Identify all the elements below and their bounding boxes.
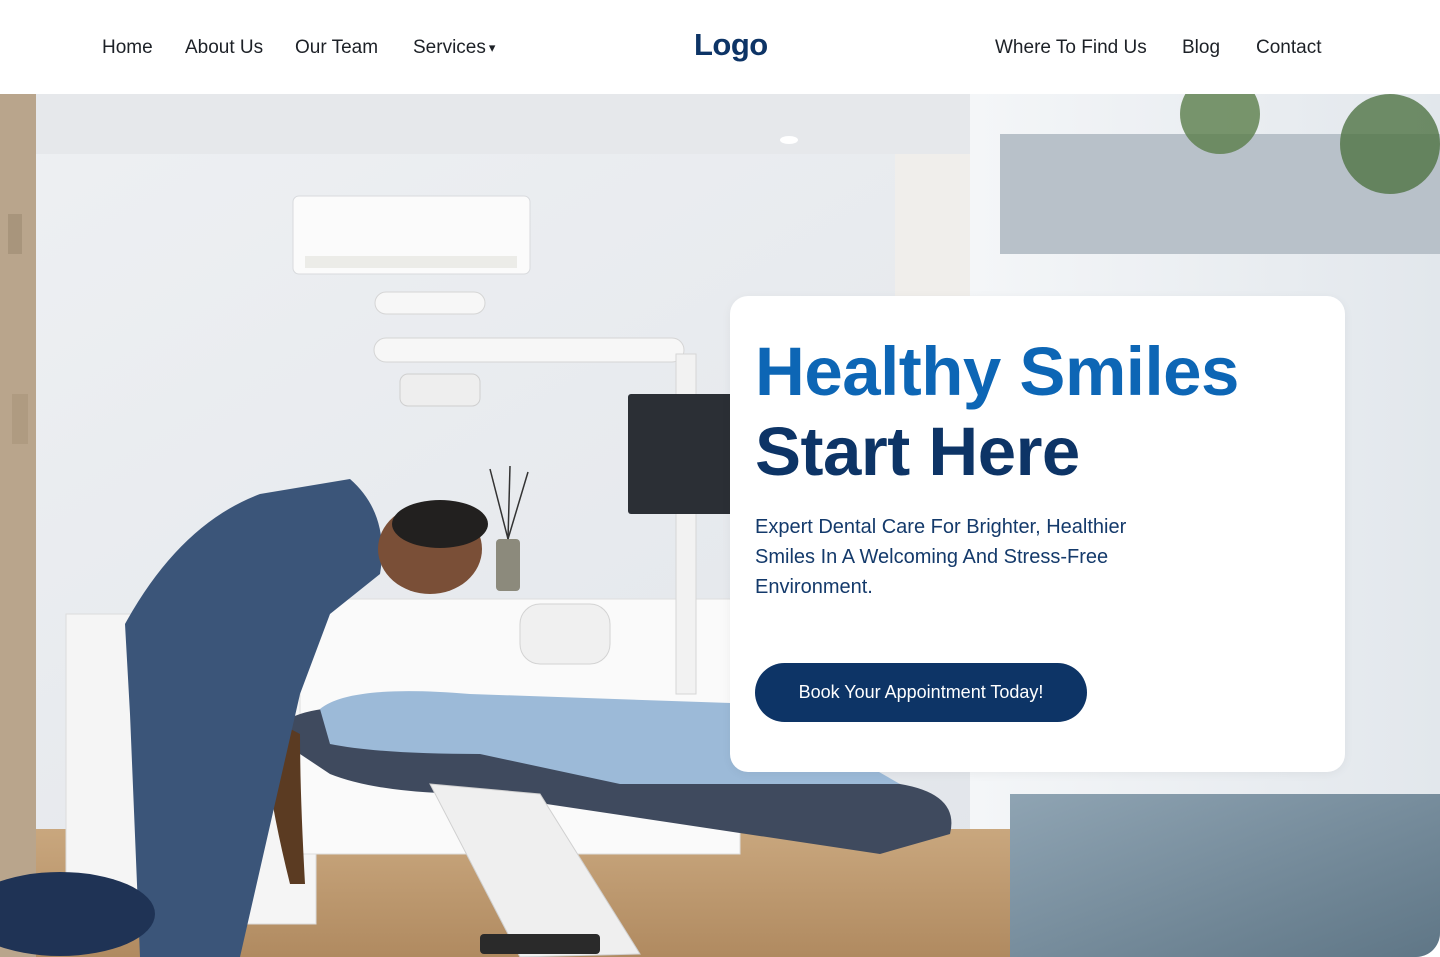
ceiling-shape [0, 94, 1000, 154]
lamp-arm-shape [374, 291, 486, 315]
stone-detail-shape [12, 394, 28, 444]
top-navigation: Home About Us Our Team Services ▾ Logo Wh… [0, 0, 1440, 94]
plant-shape [1340, 94, 1440, 194]
nav-link-blog[interactable]: Blog [1182, 36, 1220, 60]
caret-down-icon: ▾ [488, 40, 496, 55]
hero-subtext: Expert Dental Care For Brighter, Healthi… [755, 516, 1127, 598]
nav-link-services[interactable]: Services ▾ [413, 36, 495, 60]
diffuser-shape [496, 539, 520, 591]
stone-detail-shape [8, 214, 22, 254]
site-logo[interactable]: Logo [694, 26, 768, 64]
lamp-head-shape [399, 373, 481, 407]
hero-section: Healthy Smiles Start Here Expert Dental … [0, 94, 1440, 957]
nav-link-home[interactable]: Home [102, 36, 153, 60]
hero-headline: Healthy Smiles Start Here [755, 332, 1239, 492]
book-appointment-button[interactable]: Book Your Appointment Today! [755, 663, 1087, 722]
dentist-hair-shape [392, 500, 488, 548]
nav-link-contact[interactable]: Contact [1256, 36, 1321, 60]
nav-link-about-us[interactable]: About Us [185, 36, 263, 60]
nav-link-services-label: Services [413, 37, 486, 58]
ceiling-light-shape [780, 136, 798, 144]
sink-shape [519, 603, 611, 665]
pool-shape [1010, 794, 1440, 957]
nav-link-where-to-find-us[interactable]: Where To Find Us [995, 36, 1147, 60]
headline-line-2: Start Here [755, 413, 1080, 490]
air-conditioner-vent-shape [305, 256, 517, 268]
hero-card: Healthy Smiles Start Here Expert Dental … [730, 296, 1345, 772]
nav-link-our-team[interactable]: Our Team [295, 36, 378, 60]
monitor-shape [628, 394, 738, 514]
lamp-arm-shape [373, 337, 685, 363]
chair-pedal-shape [480, 934, 600, 954]
headline-line-1: Healthy Smiles [755, 333, 1239, 410]
